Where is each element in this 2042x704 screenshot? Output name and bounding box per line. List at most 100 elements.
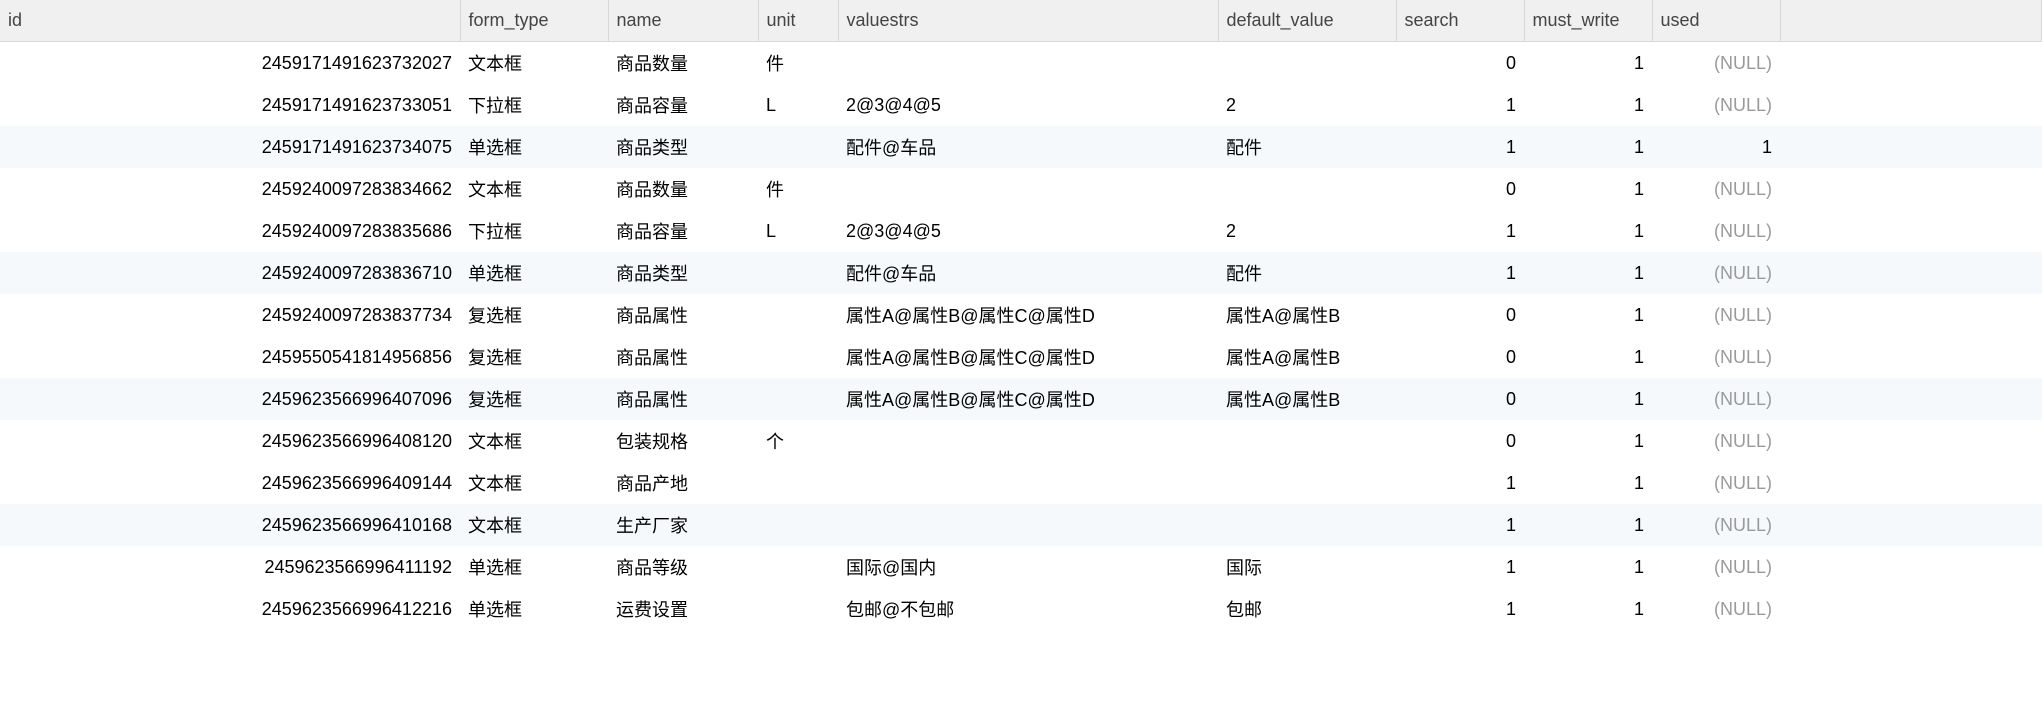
cell-form-type[interactable]: 下拉框 <box>460 84 608 126</box>
cell-unit[interactable]: 个 <box>758 420 838 462</box>
table-row[interactable]: 2459623566996408120文本框包装规格个01(NULL) <box>0 420 2042 462</box>
cell-valuestrs[interactable] <box>838 168 1218 210</box>
column-header-default-value[interactable]: default_value <box>1218 0 1396 42</box>
cell-tail[interactable] <box>1780 336 2042 378</box>
cell-valuestrs[interactable]: 属性A@属性B@属性C@属性D <box>838 294 1218 336</box>
cell-must-write[interactable]: 1 <box>1524 210 1652 252</box>
cell-valuestrs[interactable] <box>838 504 1218 546</box>
cell-must-write[interactable]: 1 <box>1524 168 1652 210</box>
cell-must-write[interactable]: 1 <box>1524 504 1652 546</box>
cell-tail[interactable] <box>1780 42 2042 85</box>
cell-search[interactable]: 1 <box>1396 462 1524 504</box>
cell-used[interactable]: (NULL) <box>1652 84 1780 126</box>
cell-form-type[interactable]: 复选框 <box>460 294 608 336</box>
cell-valuestrs[interactable]: 属性A@属性B@属性C@属性D <box>838 378 1218 420</box>
cell-tail[interactable] <box>1780 294 2042 336</box>
column-header-search[interactable]: search <box>1396 0 1524 42</box>
column-header-used[interactable]: used <box>1652 0 1780 42</box>
cell-used[interactable]: (NULL) <box>1652 42 1780 85</box>
cell-id[interactable]: 2459623566996411192 <box>0 546 460 588</box>
cell-used[interactable]: (NULL) <box>1652 252 1780 294</box>
column-header-name[interactable]: name <box>608 0 758 42</box>
table-row[interactable]: 2459623566996410168文本框生产厂家11(NULL) <box>0 504 2042 546</box>
cell-unit[interactable] <box>758 294 838 336</box>
cell-name[interactable]: 商品属性 <box>608 336 758 378</box>
cell-name[interactable]: 商品等级 <box>608 546 758 588</box>
cell-unit[interactable]: L <box>758 84 838 126</box>
cell-must-write[interactable]: 1 <box>1524 42 1652 85</box>
cell-must-write[interactable]: 1 <box>1524 252 1652 294</box>
cell-name[interactable]: 商品容量 <box>608 84 758 126</box>
cell-id[interactable]: 2459623566996410168 <box>0 504 460 546</box>
cell-must-write[interactable]: 1 <box>1524 462 1652 504</box>
cell-search[interactable]: 0 <box>1396 378 1524 420</box>
cell-must-write[interactable]: 1 <box>1524 294 1652 336</box>
cell-valuestrs[interactable]: 2@3@4@5 <box>838 210 1218 252</box>
cell-unit[interactable] <box>758 462 838 504</box>
cell-unit[interactable] <box>758 126 838 168</box>
cell-default-value[interactable] <box>1218 462 1396 504</box>
cell-used[interactable]: (NULL) <box>1652 378 1780 420</box>
cell-id[interactable]: 2459623566996408120 <box>0 420 460 462</box>
cell-tail[interactable] <box>1780 168 2042 210</box>
cell-form-type[interactable]: 单选框 <box>460 252 608 294</box>
cell-form-type[interactable]: 文本框 <box>460 42 608 85</box>
cell-tail[interactable] <box>1780 588 2042 630</box>
table-row[interactable]: 2459171491623732027文本框商品数量件01(NULL) <box>0 42 2042 85</box>
cell-valuestrs[interactable]: 配件@车品 <box>838 252 1218 294</box>
cell-must-write[interactable]: 1 <box>1524 420 1652 462</box>
cell-default-value[interactable] <box>1218 420 1396 462</box>
cell-must-write[interactable]: 1 <box>1524 84 1652 126</box>
cell-id[interactable]: 2459623566996407096 <box>0 378 460 420</box>
cell-unit[interactable] <box>758 252 838 294</box>
cell-search[interactable]: 0 <box>1396 420 1524 462</box>
cell-search[interactable]: 0 <box>1396 336 1524 378</box>
cell-must-write[interactable]: 1 <box>1524 378 1652 420</box>
cell-form-type[interactable]: 复选框 <box>460 336 608 378</box>
cell-default-value[interactable] <box>1218 42 1396 85</box>
cell-search[interactable]: 1 <box>1396 252 1524 294</box>
cell-used[interactable]: (NULL) <box>1652 210 1780 252</box>
cell-default-value[interactable]: 2 <box>1218 210 1396 252</box>
cell-default-value[interactable]: 配件 <box>1218 126 1396 168</box>
table-row[interactable]: 2459171491623733051下拉框商品容量L2@3@4@5211(NU… <box>0 84 2042 126</box>
cell-used[interactable]: (NULL) <box>1652 546 1780 588</box>
cell-form-type[interactable]: 单选框 <box>460 126 608 168</box>
cell-name[interactable]: 商品类型 <box>608 252 758 294</box>
cell-id[interactable]: 2459240097283835686 <box>0 210 460 252</box>
cell-id[interactable]: 2459171491623734075 <box>0 126 460 168</box>
cell-unit[interactable]: 件 <box>758 168 838 210</box>
cell-valuestrs[interactable]: 配件@车品 <box>838 126 1218 168</box>
cell-tail[interactable] <box>1780 462 2042 504</box>
cell-form-type[interactable]: 单选框 <box>460 588 608 630</box>
cell-id[interactable]: 2459171491623732027 <box>0 42 460 85</box>
cell-id[interactable]: 2459623566996412216 <box>0 588 460 630</box>
column-header-id[interactable]: id <box>0 0 460 42</box>
cell-valuestrs[interactable]: 国际@国内 <box>838 546 1218 588</box>
cell-form-type[interactable]: 文本框 <box>460 168 608 210</box>
cell-used[interactable]: (NULL) <box>1652 504 1780 546</box>
cell-search[interactable]: 0 <box>1396 294 1524 336</box>
table-row[interactable]: 2459240097283834662文本框商品数量件01(NULL) <box>0 168 2042 210</box>
cell-must-write[interactable]: 1 <box>1524 336 1652 378</box>
cell-tail[interactable] <box>1780 252 2042 294</box>
cell-id[interactable]: 2459171491623733051 <box>0 84 460 126</box>
cell-used[interactable]: 1 <box>1652 126 1780 168</box>
data-table[interactable]: id form_type name unit valuestrs default… <box>0 0 2042 630</box>
cell-used[interactable]: (NULL) <box>1652 462 1780 504</box>
table-row[interactable]: 2459623566996412216单选框运费设置包邮@不包邮包邮11(NUL… <box>0 588 2042 630</box>
cell-form-type[interactable]: 文本框 <box>460 504 608 546</box>
cell-id[interactable]: 2459550541814956856 <box>0 336 460 378</box>
cell-unit[interactable] <box>758 378 838 420</box>
cell-name[interactable]: 商品产地 <box>608 462 758 504</box>
cell-search[interactable]: 1 <box>1396 546 1524 588</box>
cell-search[interactable]: 0 <box>1396 168 1524 210</box>
cell-search[interactable]: 1 <box>1396 84 1524 126</box>
cell-default-value[interactable]: 包邮 <box>1218 588 1396 630</box>
cell-used[interactable]: (NULL) <box>1652 420 1780 462</box>
cell-form-type[interactable]: 文本框 <box>460 462 608 504</box>
cell-used[interactable]: (NULL) <box>1652 588 1780 630</box>
cell-tail[interactable] <box>1780 126 2042 168</box>
cell-name[interactable]: 运费设置 <box>608 588 758 630</box>
cell-default-value[interactable]: 2 <box>1218 84 1396 126</box>
